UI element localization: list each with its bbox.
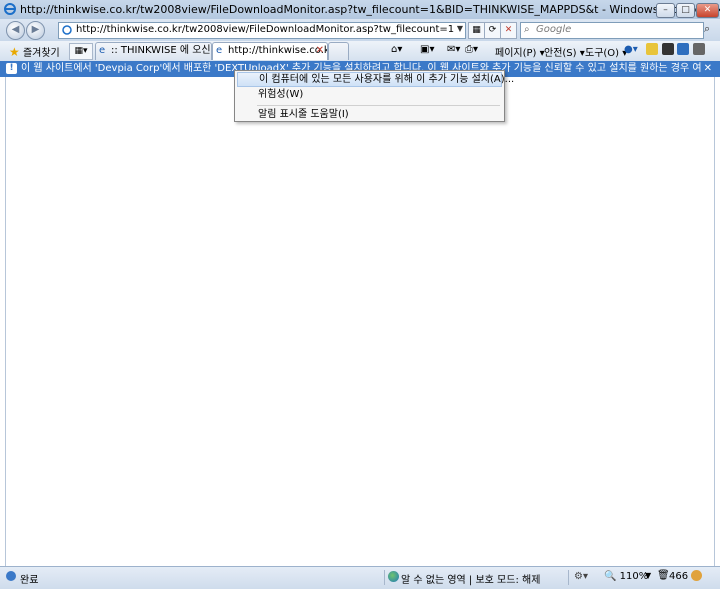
page-menu[interactable]: 페이지(P) ▾ (495, 44, 545, 59)
compat-view-button[interactable]: ▦ (468, 22, 485, 39)
home-icon: ⌂▾ (391, 44, 403, 55)
page-content (5, 77, 715, 566)
shield-icon: ! (6, 63, 17, 74)
smiley-icon[interactable] (691, 570, 702, 581)
security-zone[interactable]: 알 수 없는 영역 | 보호 모드: 해제 (401, 571, 540, 586)
print-button[interactable]: ⎙▾ (465, 44, 478, 55)
close-icon[interactable]: ✕ (704, 61, 712, 77)
menu-item-install-addon[interactable]: 이 컴퓨터에 있는 모든 사용자를 위해 이 추가 기능 설치(A)... (237, 72, 514, 87)
search-button[interactable]: ⌕ (704, 22, 710, 36)
window-title: http://thinkwise.co.kr/tw2008view/FileDo… (20, 3, 720, 16)
status-divider (568, 570, 569, 585)
tab-file-download-monitor[interactable]: e http://thinkwise.co.kr/t... ✕ (212, 42, 328, 60)
printer-icon: ⎙▾ (465, 44, 479, 55)
tools-menu[interactable]: 도구(O) ▾ (585, 44, 627, 59)
grid-icon: ▦▾ (74, 46, 88, 56)
page-menu-label: 페이지(P) (495, 48, 537, 59)
close-button[interactable]: ✕ (696, 3, 719, 18)
addon-manager-icon[interactable]: ⚙▾ (574, 571, 588, 582)
ie-page-icon: e (99, 45, 106, 56)
mail-button[interactable]: ✉▾ (447, 44, 460, 55)
status-bar: 완료 알 수 없는 영역 | 보호 모드: 해제 ⚙▾ 🔍 110% ▼ 🗑 4… (0, 566, 720, 589)
context-menu: 이 컴퓨터에 있는 모든 사용자를 위해 이 추가 기능 설치(A)... 위험… (234, 70, 514, 122)
forward-icon: ▶ (31, 24, 40, 35)
refresh-button[interactable]: ⟳ (484, 22, 501, 39)
blog-icon[interactable] (677, 43, 689, 55)
menu-item-infobar-help[interactable]: 알림 표시줄 도움말(I) (237, 107, 502, 122)
maximize-button[interactable]: □ (676, 3, 695, 18)
search-icon: ⌕ (704, 22, 711, 35)
mail-icon: ✉▾ (447, 44, 461, 55)
menu-item-label: 알림 표시줄 도움말(I) (258, 109, 349, 120)
safety-menu-label: 안전(S) (544, 48, 577, 59)
stop-button[interactable]: ✕ (500, 22, 517, 39)
safety-menu[interactable]: 안전(S) ▾ (544, 44, 585, 59)
rss-icon: ▣▾ (420, 44, 435, 55)
home-button[interactable]: ⌂▾ (391, 44, 402, 55)
tab-label: :: THINKWISE 에 오신것을... (111, 45, 211, 56)
status-text: 완료 (20, 575, 39, 586)
zoom-level[interactable]: 🔍 110% (604, 571, 648, 582)
address-text[interactable]: http://thinkwise.co.kr/tw2008view/FileDo… (76, 24, 454, 35)
tab-thinkwise-home[interactable]: e :: THINKWISE 에 오신것을... (95, 42, 212, 60)
zoom-value: 110% (619, 571, 649, 582)
chevron-down-icon[interactable]: ▼ (645, 571, 651, 580)
stop-icon: ✕ (504, 25, 513, 35)
fullscreen-icon[interactable] (662, 43, 674, 55)
download-count: 466 (669, 571, 689, 582)
back-icon: ◀ (11, 24, 20, 35)
search-provider-icon: ⌕ (524, 24, 530, 35)
tools-menu-label: 도구(O) (585, 48, 620, 59)
ie-status-icon (6, 571, 16, 581)
status-divider (384, 570, 385, 585)
forward-button[interactable]: ▶ (26, 21, 45, 40)
globe-icon (388, 571, 399, 582)
chevron-down-icon[interactable]: ▼ (457, 24, 463, 33)
help-button[interactable]: ●▾ (624, 44, 638, 55)
menu-item-label: 위험성(W) (258, 89, 304, 100)
ie-page-icon: e (216, 45, 223, 56)
star-icon: ★ (9, 45, 20, 59)
refresh-icon: ⟳ (488, 25, 497, 35)
menu-item-label: 이 컴퓨터에 있는 모든 사용자를 위해 이 추가 기능 설치(A)... (259, 74, 515, 85)
search-input[interactable]: ⌕ Google (520, 22, 704, 39)
new-tab-button[interactable] (328, 42, 349, 60)
quick-tabs-button[interactable]: ▦▾ (69, 43, 93, 60)
help-icon: ●▾ (624, 44, 638, 55)
extension-icon[interactable] (693, 43, 705, 55)
ie-logo-icon (4, 3, 16, 15)
tab-label: http://thinkwise.co.kr/t... (228, 45, 327, 56)
search-placeholder: Google (536, 24, 572, 35)
address-bar[interactable]: http://thinkwise.co.kr/tw2008view/FileDo… (58, 22, 466, 39)
menu-separator (257, 105, 500, 106)
page-icon (62, 25, 72, 38)
title-bar: http://thinkwise.co.kr/tw2008view/FileDo… (0, 0, 720, 20)
research-icon[interactable] (646, 43, 658, 55)
back-button[interactable]: ◀ (6, 21, 25, 40)
minimize-button[interactable]: – (656, 3, 675, 18)
favorites-button[interactable]: ★ 즐겨찾기 (9, 44, 60, 59)
feeds-button[interactable]: ▣▾ (420, 44, 434, 55)
favorites-label: 즐겨찾기 (22, 48, 60, 59)
close-tab-icon[interactable]: ✕ (316, 43, 324, 59)
menu-item-risk[interactable]: 위험성(W) (237, 87, 502, 102)
compat-icon: ▦ (472, 25, 481, 35)
trash-icon[interactable]: 🗑 (657, 570, 670, 581)
